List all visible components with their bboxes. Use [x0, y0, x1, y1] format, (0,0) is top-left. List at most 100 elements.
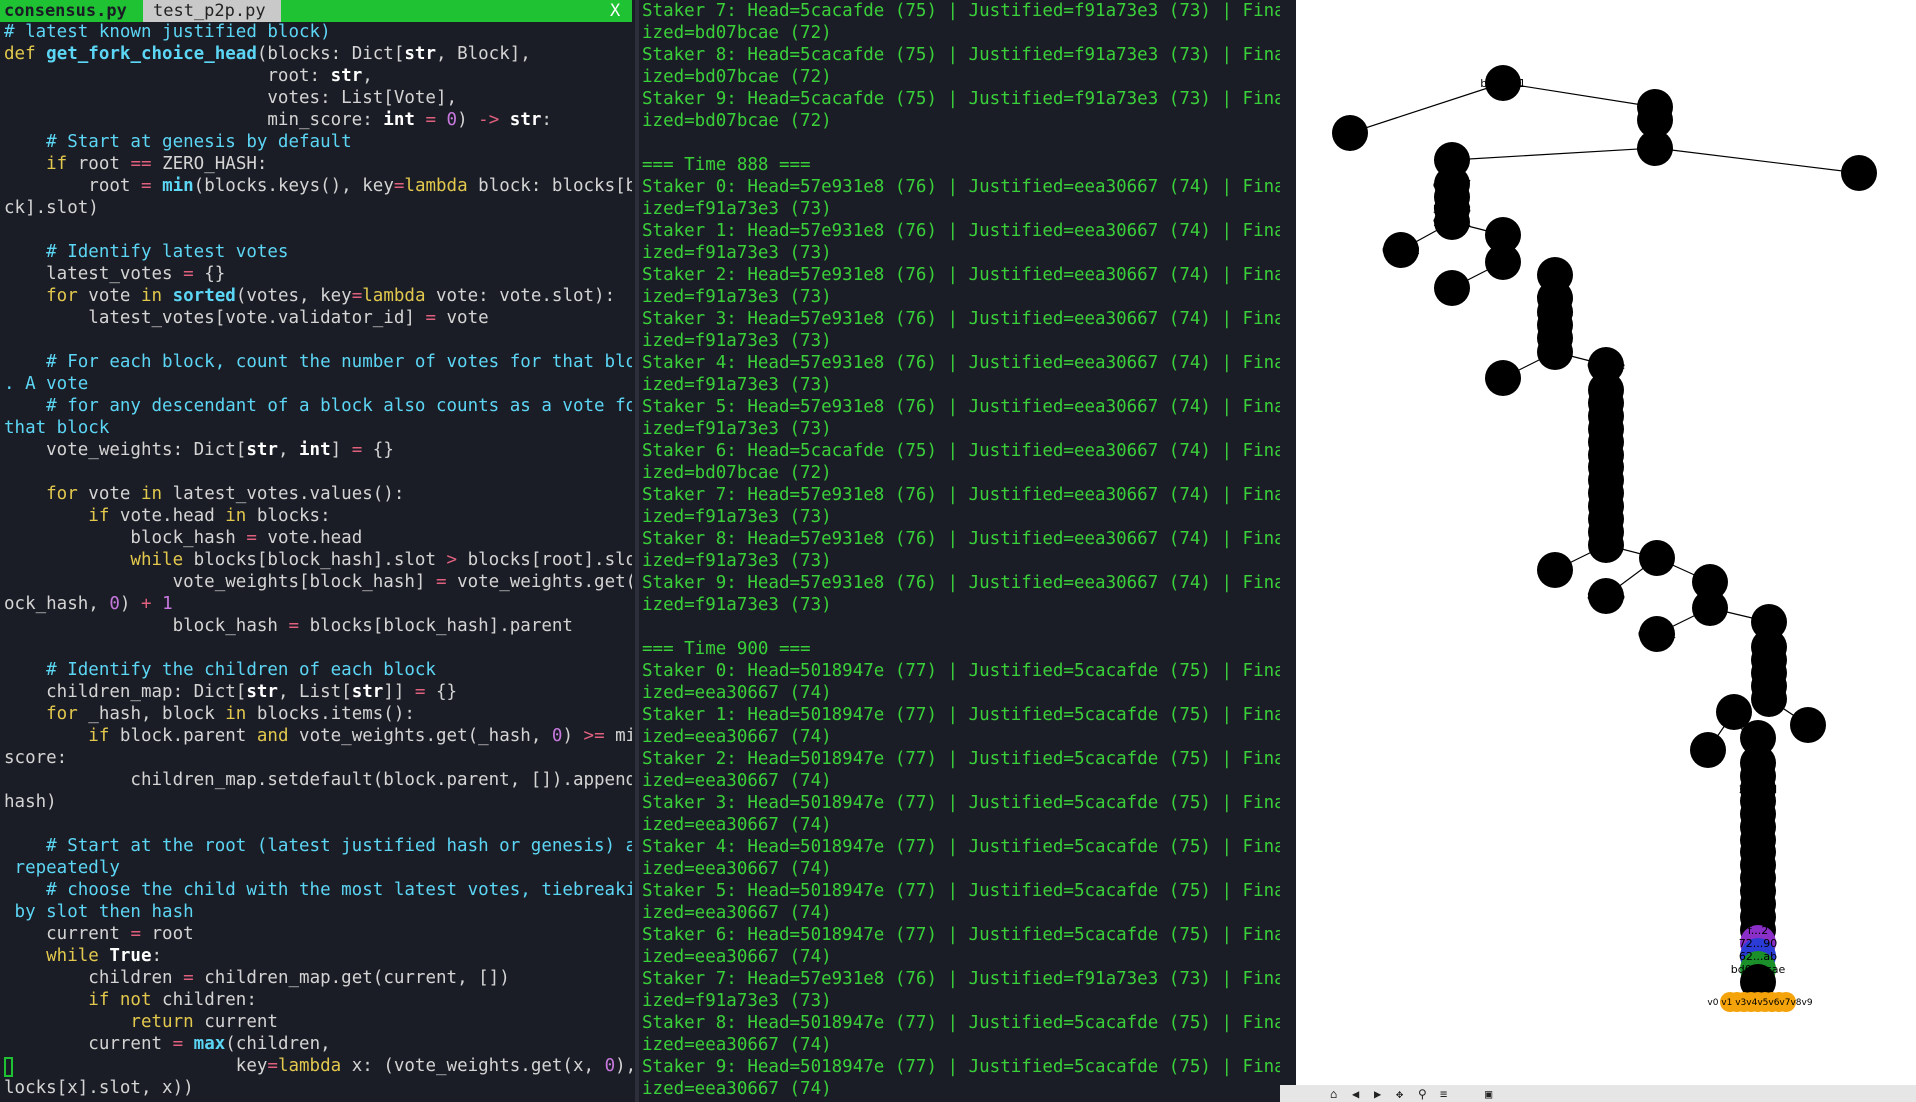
home-icon[interactable]: ⌂ [1330, 1088, 1342, 1100]
pan-icon[interactable]: ✥ [1396, 1088, 1408, 1100]
code-token: lambda [277, 1056, 342, 1076]
terminal-output[interactable]: Staker 7: Head=5cacafde (75) | Justified… [640, 0, 1280, 1102]
code-line: block_hash = vote.head [4, 527, 632, 549]
code-token: children_map: Dict[ [4, 682, 247, 702]
code-token: True [109, 946, 152, 966]
code-line: vote_weights: Dict[str, int] = {} [4, 439, 632, 461]
terminal-line: Staker 6: Head=5018947e (77) | Justified… [642, 925, 1280, 945]
code-line: latest_votes = {} [4, 263, 632, 285]
terminal-line: ized=eea30667 (74) [642, 1079, 832, 1099]
code-token: {} [362, 440, 394, 460]
code-line: if block.parent and vote_weights.get(_ha… [4, 725, 632, 747]
code-token: for [4, 484, 89, 504]
code-token: = [183, 264, 194, 284]
code-line: # choose the child with the most latest … [4, 879, 632, 901]
code-line: # Identify the children of each block [4, 659, 632, 681]
code-line: if root == ZERO_HASH: [4, 153, 632, 175]
terminal-line: === Time 888 === [642, 155, 811, 175]
block-label: 3...7 [1746, 885, 1771, 898]
code-token: = [183, 968, 194, 988]
back-icon[interactable]: ◀ [1352, 1088, 1364, 1100]
block-label: f8...f [1542, 269, 1568, 282]
code-editor[interactable]: consensus.py test_p2p.py X # latest know… [0, 0, 632, 1102]
terminal-line: ized=f91a73e3 (73) [642, 243, 832, 263]
code-line: # For each block, count the number of vo… [4, 351, 632, 373]
code-line: return current [4, 1011, 632, 1033]
code-line: latest_votes[vote.validator_id] = vote [4, 307, 632, 329]
block-label: 3...4 [1491, 372, 1516, 385]
code-token: latest_votes[vote.validator_id] [4, 308, 426, 328]
configure-icon[interactable]: ≡ [1440, 1088, 1452, 1100]
block-label: f8...5 [1592, 487, 1620, 500]
code-line: min_score: int = 0) -> str: [4, 109, 632, 131]
code-token: = [288, 616, 300, 636]
code-token: in [140, 484, 173, 504]
terminal-line: Staker 3: Head=57e931e8 (76) | Justified… [642, 309, 1280, 329]
code-token: = [267, 1056, 278, 1076]
tab-consensus-py[interactable]: consensus.py [4, 0, 140, 22]
code-line: that block [4, 417, 632, 439]
block-label: a...9 [1338, 127, 1362, 140]
code-token: if [4, 726, 120, 746]
code-token: ]] [383, 682, 415, 702]
code-token: # Identify the children of each block [4, 660, 436, 680]
code-line: vote_weights[block_hash] = vote_weights.… [4, 571, 632, 593]
block-label: 2...1f [1755, 616, 1784, 629]
code-token: # Identify latest votes [4, 242, 289, 262]
code-line: repeatedly [4, 857, 632, 879]
zoom-icon[interactable]: ⚲ [1418, 1088, 1430, 1100]
block-label: d6...57 [1433, 178, 1471, 191]
code-token: = [414, 682, 426, 702]
terminal-line: ized=bd07bcae (72) [642, 111, 832, 131]
close-tab-button[interactable]: X [610, 0, 626, 22]
block-label: 8...ff [1542, 319, 1567, 332]
block-label: 0...8 [1746, 846, 1771, 859]
code-token: = [246, 528, 257, 548]
terminal-line: ized=f91a73e3 (73) [642, 991, 832, 1011]
terminal-line: ized=f91a73e3 (73) [642, 375, 832, 395]
code-token: (blocks.keys(), key [193, 176, 394, 196]
code-token: blocks.items(): [256, 704, 415, 724]
code-token: hash) [4, 792, 57, 812]
terminal-line: Staker 1: Head=5018947e (77) | Justified… [642, 705, 1280, 725]
code-token: >= [583, 726, 605, 746]
terminal-line: Staker 4: Head=57e931e8 (76) | Justified… [642, 353, 1280, 373]
code-token: ), b [615, 1056, 632, 1076]
tab-test-p2p-py[interactable]: test_p2p.py [143, 0, 281, 22]
block-label: 2...b [1757, 641, 1781, 654]
terminal-line: ized=bd07bcae (72) [642, 67, 832, 87]
code-token: key [4, 1056, 268, 1076]
block-tree-graph[interactable]: bd1...51 b...7d 3...c a...9 c5...75 9a...9 4..… [1296, 0, 1916, 1085]
code-token: , Block], [436, 44, 531, 64]
code-line: hash) [4, 791, 632, 813]
block-label: 6...15 [1742, 859, 1774, 872]
code-token: str [351, 682, 384, 702]
pane-divider[interactable] [635, 0, 639, 1102]
code-token: # choose the child with the most latest … [4, 880, 632, 900]
block-label: 9c...83 [1536, 292, 1574, 305]
forward-icon[interactable]: ▶ [1374, 1088, 1386, 1100]
code-token: = [425, 308, 436, 328]
terminal-line: Staker 8: Head=57e931e8 (76) | Justified… [642, 529, 1280, 549]
code-token: that block [4, 418, 110, 438]
code-token: blocks[root].slot: [467, 550, 632, 570]
block-label: 6...9 [1594, 397, 1619, 410]
code-token: {} [425, 682, 458, 702]
code-line: for vote in latest_votes.values(): [4, 483, 632, 505]
terminal-line: Staker 0: Head=57e931e8 (76) | Justified… [642, 177, 1280, 197]
save-icon[interactable]: ▣ [1485, 1088, 1497, 1100]
code-token: repeatedly [4, 858, 120, 878]
source-code[interactable]: # latest known justified block) def get_f… [4, 21, 632, 1099]
terminal-line: Staker 9: Head=57e931e8 (76) | Justified… [642, 573, 1280, 593]
block-label: f...2 [1748, 924, 1769, 937]
code-token: # Start at the root (latest justified ha… [4, 836, 632, 856]
code-line: key=lambda x: (vote_weights.get(x, 0), b [4, 1055, 632, 1077]
code-line: while True: [4, 945, 632, 967]
code-token: str [246, 682, 278, 702]
code-token: current [204, 1012, 278, 1032]
code-token: children_map.get(current, []) [193, 968, 510, 988]
